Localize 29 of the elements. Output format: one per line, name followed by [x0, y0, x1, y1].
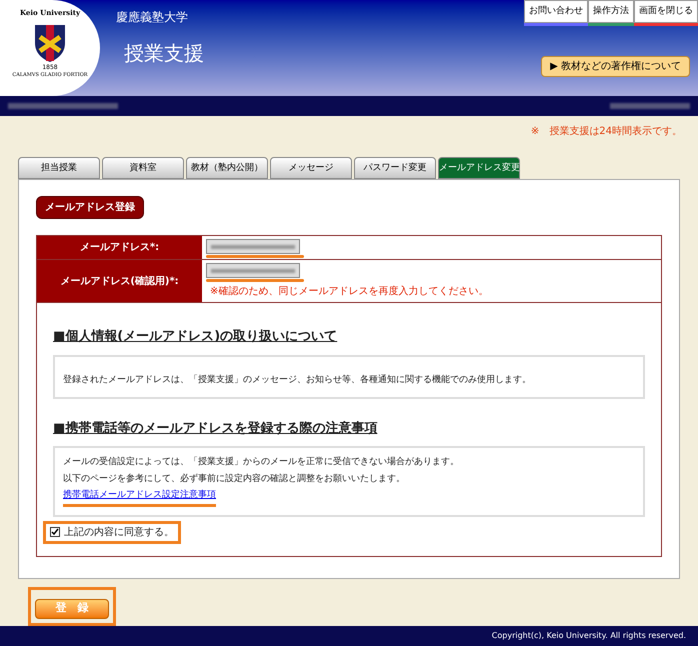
field-label: メールアドレス(確認用)*:: [37, 260, 202, 302]
notice-text: ※ 授業支援は24時間表示です。: [530, 124, 682, 140]
section-badge: メールアドレス登録: [36, 196, 144, 220]
info-text: 登録されたメールアドレスは、「授業支援」のメッセージ、お知らせ等、各種通知に関する機能でのみ使用します。: [63, 374, 531, 385]
tab[interactable]: パスワード変更: [354, 157, 436, 180]
university-name: 慶應義塾大学: [116, 9, 189, 26]
header-button[interactable]: お問い合わせ: [524, 0, 588, 23]
email-field[interactable]: [206, 263, 300, 278]
info-text: 以下のページを参考にして、必ず事前に設定内容の確認と調整をお願いいたします。: [63, 472, 406, 486]
email-field[interactable]: [206, 239, 300, 254]
agree-checkbox[interactable]: 上記の内容に同意する。: [43, 520, 181, 544]
tab[interactable]: 資料室: [102, 157, 184, 180]
field-note: ※確認のため、同じメールアドレスを再度入力してください。: [210, 284, 488, 300]
tab[interactable]: メールアドレス変更: [438, 157, 520, 180]
checkbox-label: 上記の内容に同意する。: [64, 526, 174, 540]
section-heading: ■個人情報(メールアドレス)の取り扱いについて: [53, 328, 338, 346]
copyright-text: Copyright(c), Keio University. All rights reserved.: [492, 630, 686, 642]
copyright-button[interactable]: ▶ 教材などの著作権について: [541, 56, 690, 77]
app-title: 授業支援: [124, 40, 204, 67]
field-label: メールアドレス*:: [37, 236, 202, 260]
shield-icon: [33, 22, 67, 62]
settings-link[interactable]: 携帯電話メールアドレス設定注意事項: [63, 489, 216, 507]
header-button[interactable]: 画面を閉じる: [634, 0, 698, 23]
tab[interactable]: 担当授業: [18, 157, 100, 180]
tab[interactable]: 教材（塾内公開）: [186, 157, 268, 180]
tab[interactable]: メッセージ: [270, 157, 352, 180]
section-heading: ■携帯電話等のメールアドレスを登録する際の注意事項: [53, 420, 378, 438]
header-button[interactable]: 操作方法: [588, 0, 634, 23]
info-text: メールの受信設定によっては、「授業支援」からのメールを正常に受信できない場合があります。: [63, 456, 460, 470]
